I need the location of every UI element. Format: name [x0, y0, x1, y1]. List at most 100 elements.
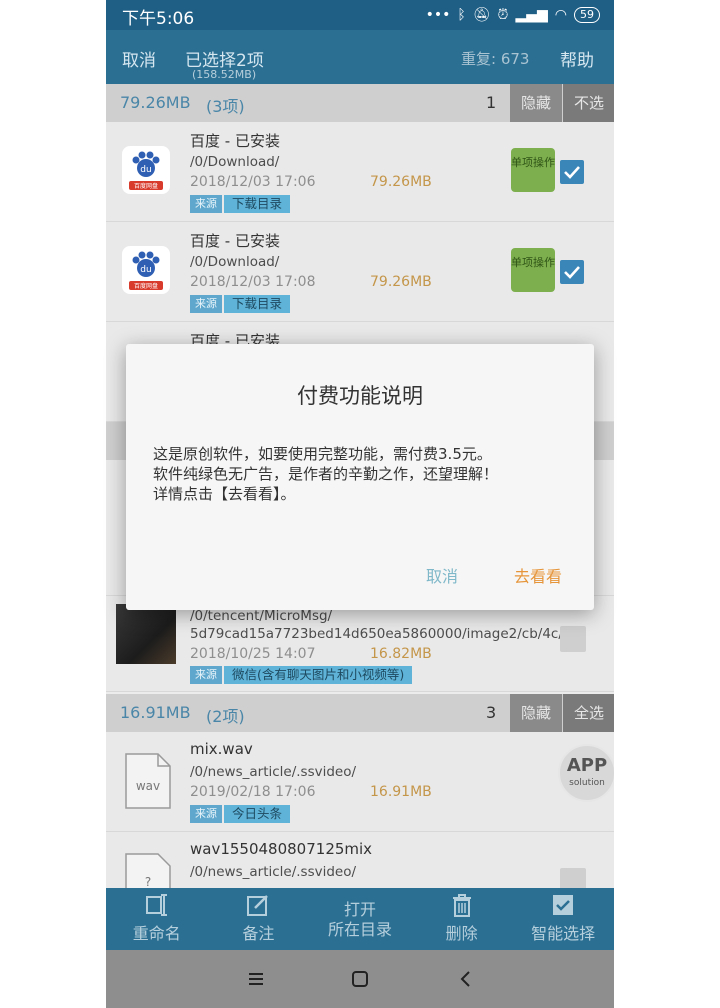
- system-nav-bar: [106, 950, 614, 1008]
- source-tags: 来源 下载目录: [190, 295, 291, 313]
- dialog-cancel-button[interactable]: 取消: [426, 563, 458, 587]
- single-operation-button[interactable]: 单项操作: [511, 148, 555, 192]
- rename-icon: [106, 888, 208, 918]
- checkbox-unchecked[interactable]: [560, 626, 586, 652]
- app-icon-caption: 百度网盘: [134, 282, 158, 290]
- audio-file-icon: wav: [124, 752, 172, 809]
- file-size: 16.82MB: [370, 646, 432, 662]
- trash-icon: [411, 888, 513, 918]
- svg-text:du: du: [140, 265, 151, 275]
- file-path: /0/tencent/MicroMsg/: [190, 608, 333, 624]
- checkmark-icon: [564, 266, 580, 279]
- home-nav-button[interactable]: [348, 967, 372, 991]
- signal-icon: ▂▄▆: [515, 7, 548, 23]
- source-tag: 微信(含有聊天图片和小视频等): [224, 666, 413, 684]
- svg-text:?: ?: [145, 875, 151, 889]
- source-label: 来源: [190, 295, 222, 313]
- file-row[interactable]: wav mix.wav /0/news_article/.ssvideo/ 20…: [106, 732, 614, 832]
- back-nav-button[interactable]: [454, 967, 478, 991]
- bluetooth-icon: ᛒ: [457, 7, 466, 23]
- file-row[interactable]: /0/tencent/MicroMsg/ 5d79cad15a7723bed14…: [106, 596, 614, 692]
- file-row[interactable]: du 百度网盘 百度 - 已安装 /0/Download/ 2018/12/03…: [106, 122, 614, 222]
- status-time: 下午5:06: [122, 9, 195, 29]
- file-title: 百度 - 已安装: [190, 232, 280, 250]
- more-dots-icon: •••: [425, 7, 451, 23]
- group-size: 79.26MB: [120, 93, 191, 112]
- select-all-group-button[interactable]: 全选: [563, 694, 614, 732]
- home-icon: [352, 971, 368, 987]
- status-bar: 下午5:06 ••• ᛒ 🔕︎ ⏰︎ ▂▄▆ ◠ 59: [106, 0, 614, 30]
- payment-dialog: 付费功能说明 这是原创软件，如要使用完整功能，需付费3.5元。 软件纯绿色无广告…: [126, 344, 594, 610]
- source-tag: 下载目录: [224, 195, 291, 213]
- file-path: /0/Download/: [190, 254, 280, 270]
- alarm-icon: ⏰︎: [497, 7, 509, 23]
- edit-icon: [208, 888, 310, 918]
- image-thumbnail: [116, 604, 176, 664]
- group-number: 3: [486, 703, 497, 722]
- status-icons: ••• ᛒ 🔕︎ ⏰︎ ▂▄▆ ◠ 59: [426, 4, 600, 26]
- dialog-message: 这是原创软件，如要使用完整功能，需付费3.5元。 软件纯绿色无广告，是作者的辛勤…: [153, 444, 498, 504]
- dialog-line-1: 这是原创软件，如要使用完整功能，需付费3.5元。: [153, 445, 492, 463]
- file-date: 2018/12/03 17:08: [190, 274, 316, 290]
- source-label: 来源: [190, 666, 222, 684]
- duplicate-count: 重复: 673: [461, 50, 530, 68]
- badge-title: APP: [566, 755, 608, 776]
- file-row[interactable]: du 百度网盘 百度 - 已安装 /0/Download/ 2018/12/03…: [106, 222, 614, 322]
- bottom-toolbar: 重命名 备注 打开 所在目录 删除 智能选择: [106, 888, 614, 950]
- source-tag: 今日头条: [224, 805, 291, 823]
- menu-icon: [249, 973, 263, 985]
- file-size: 79.26MB: [370, 274, 432, 290]
- baidu-app-icon: du 百度网盘: [122, 146, 170, 194]
- group-header: 79.26MB (3项) 1 隐藏 不选: [106, 84, 614, 122]
- group-size: 16.91MB: [120, 703, 191, 722]
- dialog-line-3: 详情点击【去看看】。: [153, 485, 296, 503]
- source-tag: 下载目录: [224, 295, 291, 313]
- file-path: /0/news_article/.ssvideo/: [190, 864, 357, 880]
- delete-label: 删除: [445, 924, 478, 943]
- source-tags: 来源 今日头条: [190, 805, 291, 823]
- open-label-line2: 所在目录: [327, 920, 392, 939]
- svg-text:du: du: [140, 165, 151, 175]
- file-date: 2019/02/18 17:06: [190, 784, 316, 800]
- cancel-button[interactable]: 取消: [122, 46, 156, 71]
- rename-label: 重命名: [132, 924, 181, 943]
- note-button[interactable]: 备注: [208, 888, 310, 950]
- group-count: (3项): [206, 97, 245, 116]
- note-label: 备注: [242, 924, 275, 943]
- file-title: mix.wav: [190, 740, 253, 758]
- file-size: 79.26MB: [370, 174, 432, 190]
- file-date: 2018/12/03 17:06: [190, 174, 316, 190]
- file-date: 2018/10/25 14:07: [190, 646, 316, 662]
- source-label: 来源: [190, 805, 222, 823]
- rename-button[interactable]: 重命名: [106, 888, 208, 950]
- selected-size: (158.52MB): [192, 68, 257, 81]
- delete-button[interactable]: 删除: [411, 888, 513, 950]
- back-icon: [460, 971, 470, 987]
- menu-nav-button[interactable]: [244, 967, 268, 991]
- smart-select-label: 智能选择: [531, 924, 596, 943]
- hide-group-button[interactable]: 隐藏: [510, 694, 562, 732]
- open-folder-button[interactable]: 打开 所在目录: [309, 888, 411, 950]
- dialog-go-button[interactable]: 去看看: [514, 563, 562, 587]
- group-number: 1: [486, 93, 497, 112]
- checkbox-checked[interactable]: [560, 260, 584, 284]
- single-operation-button[interactable]: 单项操作: [511, 248, 555, 292]
- hide-group-button[interactable]: 隐藏: [510, 84, 562, 122]
- group-count: (2项): [206, 707, 245, 726]
- smart-select-button[interactable]: 智能选择: [512, 888, 614, 950]
- wifi-icon: ◠: [554, 7, 567, 23]
- help-button[interactable]: 帮助: [560, 46, 594, 71]
- file-path: /0/news_article/.ssvideo/: [190, 764, 357, 780]
- app-header: 取消 已选择2项 (158.52MB) 重复: 673 帮助: [106, 30, 614, 84]
- source-tags: 来源 微信(含有聊天图片和小视频等): [190, 666, 413, 684]
- battery-indicator: 59: [574, 7, 600, 23]
- file-title: wav1550480807125mix: [190, 840, 373, 858]
- file-path-continued: 5d79cad15a7723bed14d650ea5860000/image2/…: [190, 626, 563, 642]
- open-label-line1: 打开: [343, 900, 376, 919]
- source-tags: 来源 下载目录: [190, 195, 291, 213]
- badge-subtitle: solution: [569, 778, 605, 788]
- checkbox-checked[interactable]: [560, 160, 584, 184]
- app-icon-caption: 百度网盘: [134, 182, 158, 190]
- deselect-group-button[interactable]: 不选: [563, 84, 614, 122]
- dialog-line-2: 软件纯绿色无广告，是作者的辛勤之作，还望理解！: [153, 465, 499, 483]
